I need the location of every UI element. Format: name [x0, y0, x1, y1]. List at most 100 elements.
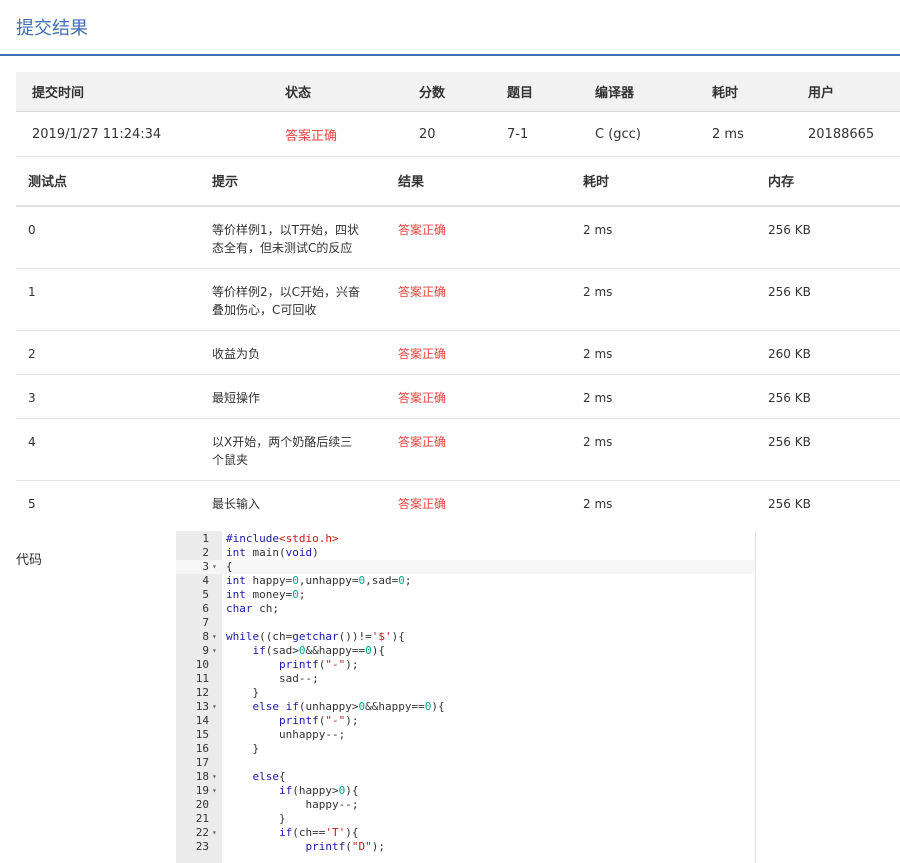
line-number: 23 — [195, 840, 209, 853]
code-line: 8 ▾ while((ch=getchar())!='$'){ — [176, 630, 755, 644]
line-number: 19 — [195, 784, 209, 797]
table-row: 1 等价样例2，以C开始，兴奋叠加伤心，C可回收 答案正确 2 ms 256 K… — [16, 268, 900, 331]
table-row: 0 等价样例1，以T开始，四状态全有，但未测试C的反应 答案正确 2 ms 25… — [16, 206, 900, 269]
code-line: 16 } — [176, 742, 755, 756]
line-number: 8 — [202, 630, 209, 643]
fold-toggle-icon[interactable]: ▾ — [212, 560, 217, 574]
code-line: 3 ▾ { — [176, 560, 755, 574]
case-result: 答案正确 — [386, 418, 571, 481]
code-text: while((ch=getchar())!='$'){ — [226, 630, 405, 643]
code-line: 23 printf("D"); — [176, 840, 755, 854]
col-result: 结果 — [386, 156, 571, 207]
fold-toggle-icon[interactable]: ▾ — [212, 644, 217, 658]
fold-toggle-icon[interactable]: ▾ — [212, 784, 217, 798]
test-cases: 测试点 提示 结果 耗时 内存 0 等价样例1，以T开始，四状态全有，但未测试C… — [16, 156, 900, 524]
line-number: 16 — [195, 742, 209, 755]
code-text: if(sad>0&&happy==0){ — [252, 644, 385, 657]
line-number: 10 — [195, 658, 209, 671]
col-time: 耗时 — [678, 72, 774, 112]
fold-toggle-icon[interactable]: ▾ — [212, 700, 217, 714]
col-status: 状态 — [253, 72, 385, 112]
case-time: 2 ms — [583, 497, 613, 511]
col-hint: 提示 — [200, 156, 386, 207]
case-time: 2 ms — [571, 330, 756, 375]
code-text: int main(void) — [226, 546, 319, 559]
elapsed-time: 2 ms — [678, 111, 774, 157]
col-user: 用户 — [774, 72, 900, 112]
code-line: 11 sad--; — [176, 672, 755, 686]
line-number: 11 — [195, 672, 209, 685]
case-time: 2 ms — [571, 206, 756, 269]
code-text: } — [226, 686, 260, 699]
table-row: 4 以X开始，两个奶酪后续三个鼠夹 答案正确 2 ms 256 KB — [16, 418, 900, 481]
code-text: #include<stdio.h> — [226, 532, 339, 545]
case-time: 2 ms — [571, 418, 756, 481]
code-text: if(happy>0){ — [278, 784, 359, 797]
code-line: 18 ▾ else{ — [176, 770, 755, 784]
code-text: int happy=0,unhappy=0,sad=0; — [226, 574, 412, 587]
case-hint: 以X开始，两个奶酪后续三个鼠夹 — [200, 418, 386, 481]
line-number: 9 — [202, 644, 209, 657]
code-line: 22 ▾ if(ch=='T'){ — [176, 826, 755, 840]
code-line: 14 printf("-"); — [176, 714, 755, 728]
code-line: 5 int money=0; — [176, 588, 755, 602]
code-text: if(ch=='T'){ — [278, 826, 359, 839]
code-line: 21 } — [176, 812, 755, 826]
code-line: 1 #include<stdio.h> — [176, 532, 755, 546]
code-text: else{ — [252, 770, 286, 783]
fold-toggle-icon[interactable]: ▾ — [212, 630, 217, 644]
code-line: 17 — [176, 756, 755, 770]
user-id: 20188665 — [774, 111, 900, 157]
code-text: happy--; — [226, 798, 359, 811]
case-id: 4 — [16, 418, 200, 481]
col-case-id: 测试点 — [16, 156, 200, 207]
summary-row: 2019/1/27 11:24:34 答案正确 20 7-1 C (gcc) 2… — [16, 111, 900, 157]
line-number: 14 — [195, 714, 209, 727]
case-result: 答案正确 — [398, 497, 447, 511]
case-memory: 256 KB — [768, 497, 811, 511]
compiler: C (gcc) — [561, 111, 678, 157]
code-line: 13 ▾ else if(unhappy>0&&happy==0){ — [176, 700, 755, 714]
case-id: 0 — [16, 206, 200, 269]
submission-summary: 提交时间 状态 分数 题目 编译器 耗时 用户 2019/1/27 11:24:… — [16, 72, 900, 157]
code-line: 15 unhappy--; — [176, 728, 755, 742]
problem-id: 7-1 — [473, 111, 561, 157]
case-memory: 256 KB — [756, 418, 900, 481]
case-id: 2 — [16, 330, 200, 375]
line-number: 7 — [202, 616, 209, 629]
case-result: 答案正确 — [386, 206, 571, 269]
line-number: 18 — [195, 770, 209, 783]
fold-toggle-icon[interactable]: ▾ — [212, 826, 217, 840]
table-row: 3 最短操作 答案正确 2 ms 256 KB — [16, 374, 900, 419]
col-score: 分数 — [385, 72, 473, 112]
code-line: 10 printf("-"); — [176, 658, 755, 672]
status-badge: 答案正确 — [253, 111, 385, 157]
line-number: 2 — [202, 546, 209, 559]
case-hint: 最短操作 — [200, 374, 386, 419]
code-text: sad--; — [226, 672, 319, 685]
code-editor[interactable]: 1 #include<stdio.h> 2 int main(void) 3 ▾{4 int… — [176, 531, 756, 863]
case-hint: 收益为负 — [200, 330, 386, 375]
score: 20 — [385, 111, 473, 157]
case-hint: 最长输入 — [212, 497, 261, 511]
code-text: int money=0; — [226, 588, 306, 601]
fold-toggle-icon[interactable]: ▾ — [212, 770, 217, 784]
table-row: 5 最长输入 答案正确 2 ms 256 KB — [16, 481, 900, 525]
case-id: 5 — [28, 497, 36, 511]
case-memory: 256 KB — [756, 206, 900, 269]
code-line: 19 ▾ if(happy>0){ — [176, 784, 755, 798]
case-id: 1 — [16, 268, 200, 331]
case-memory: 256 KB — [756, 268, 900, 331]
code-text: { — [226, 560, 233, 573]
code-line: 4 int happy=0,unhappy=0,sad=0; — [176, 574, 755, 588]
case-memory: 256 KB — [756, 374, 900, 419]
line-number: 15 — [195, 728, 209, 741]
code-text: printf("-"); — [278, 714, 359, 727]
code-line: 6 char ch; — [176, 602, 755, 616]
line-number: 13 — [195, 700, 209, 713]
case-time: 2 ms — [571, 268, 756, 331]
case-result: 答案正确 — [386, 268, 571, 331]
line-number: 22 — [195, 826, 209, 839]
code-line: 7 — [176, 616, 755, 630]
code-line: 2 int main(void) — [176, 546, 755, 560]
